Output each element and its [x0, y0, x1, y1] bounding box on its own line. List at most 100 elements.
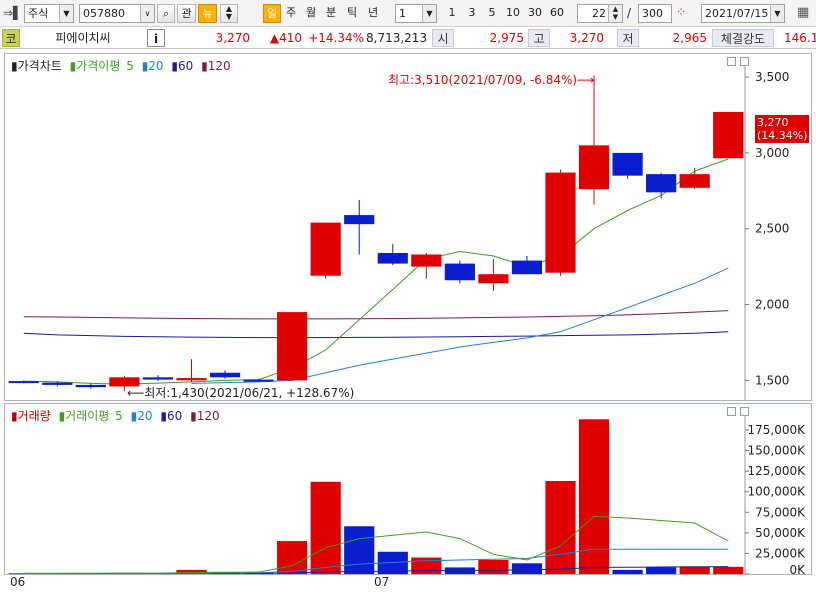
price-tick-label: 1,500	[755, 373, 789, 387]
candle	[377, 243, 408, 266]
volume-tick-label: 125,000K	[748, 464, 807, 478]
candle	[713, 111, 744, 159]
candle	[209, 370, 241, 379]
price-tick-label: 2,500	[755, 222, 789, 236]
dock-icon[interactable]: ⇒▌	[3, 6, 22, 20]
volume-bar	[545, 481, 576, 574]
volume-bar	[511, 563, 543, 574]
open-price: 2,975	[489, 31, 524, 45]
count-input[interactable]: 22 ▲ ▼	[577, 4, 623, 23]
count-separator: /	[627, 6, 632, 20]
period-year-tab[interactable]: 년	[364, 4, 382, 23]
interval-select[interactable]: 1 ▼	[395, 4, 437, 23]
price-chart-panel[interactable]: ▮가격차트 ▮가격이평 5 ▮20 ▮60 ▮120 1,500 2,000 2,5…	[4, 53, 812, 401]
max-annotation: 최고:3,510(2021/07/09, -6.84%)⟶	[388, 73, 595, 87]
candle-body	[209, 372, 241, 378]
current-price-tag: 3,270 (14.34%)	[755, 115, 809, 143]
info-button[interactable]: i	[147, 29, 165, 47]
price-tick-label: 3,500	[755, 70, 789, 84]
volume-bar	[411, 557, 442, 574]
stock-code-value: 057880	[83, 7, 125, 20]
count-total-input[interactable]: 300	[638, 4, 672, 23]
candle	[511, 256, 543, 275]
candle	[545, 169, 576, 276]
stepper-button[interactable]: ▲ ▼	[220, 4, 238, 23]
quote-bar: 코 피에이치씨 i 3,270 ▲410 +14.34% 8,713,213 시…	[0, 27, 816, 49]
candle	[75, 383, 106, 389]
candle-body	[8, 381, 39, 384]
news-button[interactable]: 뉴	[198, 4, 217, 23]
candle-body	[243, 379, 274, 382]
chevron-down-icon[interactable]: ▼	[59, 5, 73, 22]
interval-value: 1	[399, 7, 406, 20]
chevron-down-icon[interactable]: ▼	[422, 5, 436, 22]
volume-bar	[344, 526, 375, 574]
price-tick-label: 2,000	[755, 298, 789, 312]
price-change: ▲410	[269, 31, 302, 45]
volume-chart-panel[interactable]: ▮거래량 ▮거래이평 5 ▮20 ▮60 ▮120 0K 25,000K 50,00…	[4, 403, 812, 575]
count-total-value: 300	[642, 7, 663, 20]
chevron-down-icon[interactable]: ∨	[140, 5, 154, 22]
volume-bar	[713, 566, 744, 574]
candle	[444, 260, 475, 284]
spin-icon[interactable]: ▲ ▼	[608, 5, 622, 22]
candle	[612, 152, 643, 179]
volume-tick-label: 175,000K	[748, 423, 807, 437]
watchlist-button[interactable]: 관	[177, 4, 196, 23]
candle	[646, 172, 677, 199]
x-label-july: 07	[374, 575, 390, 589]
period-minute-tab[interactable]: 분	[322, 4, 340, 23]
candle	[478, 259, 509, 291]
search-button[interactable]: ⌕	[157, 4, 175, 23]
candle-body	[75, 384, 106, 388]
period-month-tab[interactable]: 월	[302, 4, 320, 23]
current-price-tag-value: 3,270	[757, 116, 789, 129]
candle	[243, 378, 274, 382]
candle-body	[377, 252, 408, 264]
count-value: 22	[592, 7, 606, 20]
min-annotation: ⟵최저:1,430(2021/06/21, +128.67%)	[127, 386, 355, 400]
interval-30-button[interactable]: 30	[525, 4, 545, 23]
current-price: 3,270	[215, 31, 250, 45]
volume-tick-label: 75,000K	[755, 505, 806, 519]
price-ma60-line	[23, 331, 729, 339]
candle	[277, 312, 308, 382]
current-price-tag-pct: (14.34%)	[757, 129, 808, 142]
interval-60-button[interactable]: 60	[547, 4, 567, 23]
date-value: 2021/07/15	[705, 7, 769, 20]
main-toolbar: ⇒▌ 주식 ▼ 057880 ∨ ⌕ 관 뉴 ▲ ▼ 일 주 월 분 틱 년 1 …	[0, 0, 816, 27]
interval-5-button[interactable]: 5	[483, 4, 501, 23]
volume-bar	[612, 569, 643, 574]
volume-tick-label: 50,000K	[755, 526, 806, 540]
candle-body	[310, 222, 341, 276]
market-select[interactable]: 주식 ▼	[24, 4, 74, 23]
interval-10-button[interactable]: 10	[503, 4, 523, 23]
market-select-value: 주식	[28, 7, 49, 20]
period-day-tab[interactable]: 일	[263, 4, 281, 23]
strength-label: 체결강도	[712, 29, 774, 47]
zoom-icon[interactable]: ⁘	[676, 5, 686, 19]
candle-body	[612, 152, 643, 176]
date-input[interactable]: 2021/07/15 ▼	[701, 4, 785, 23]
price-chart: 1,500 2,000 2,500 3,000 3,500	[8, 66, 789, 400]
volume-bar	[277, 541, 308, 574]
candle-body	[478, 274, 509, 284]
candle	[344, 199, 375, 255]
volume-bar	[646, 567, 677, 574]
volume-tick-label: 25,000K	[755, 546, 806, 560]
period-week-tab[interactable]: 주	[282, 4, 300, 23]
period-tick-tab[interactable]: 틱	[343, 4, 361, 23]
chevron-down-icon[interactable]: ▼	[770, 5, 784, 22]
volume-bar	[478, 560, 509, 574]
interval-3-button[interactable]: 3	[463, 4, 481, 23]
high-label: 고	[528, 29, 550, 47]
stock-code-input[interactable]: 057880 ∨	[79, 4, 155, 23]
stock-name: 피에이치씨	[55, 31, 111, 45]
chart-settings-icon[interactable]: ▦	[797, 5, 809, 20]
candle	[142, 375, 174, 382]
interval-1-button[interactable]: 1	[443, 4, 461, 23]
price-change-pct: +14.34%	[308, 31, 364, 45]
candle-body	[411, 254, 442, 267]
x-axis: 06 07	[4, 575, 812, 595]
volume-bar	[679, 566, 710, 574]
